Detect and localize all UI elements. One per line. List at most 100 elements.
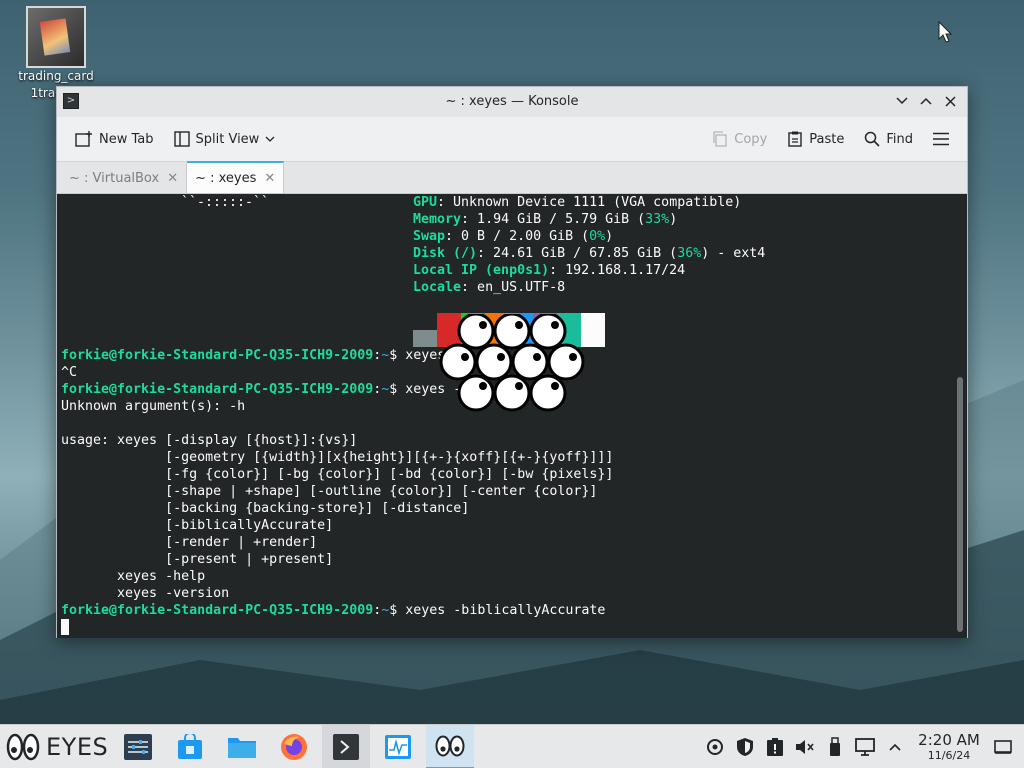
kde-connect-icon (707, 738, 723, 755)
info-line-locale: Locale: en_US.UTF-8 (413, 280, 566, 295)
show-desktop-button[interactable] (992, 736, 1014, 758)
usage-line: xeyes -version (61, 586, 230, 601)
usage-line: [-biblicallyAccurate] (61, 518, 334, 533)
hamburger-menu-button[interactable] (925, 127, 957, 151)
copy-button[interactable]: Copy (704, 126, 775, 152)
volume-muted-icon (796, 739, 814, 754)
firefox-icon (281, 733, 307, 760)
system-monitor-icon (385, 734, 411, 759)
info-line-disk: Disk (/): 24.61 GiB / 67.85 GiB (36%) - … (413, 246, 766, 261)
task-system-settings[interactable] (114, 725, 162, 768)
tab-virtualbox[interactable]: ~ : VirtualBox ✕ (61, 163, 188, 193)
minimize-button[interactable] (893, 92, 911, 110)
split-view-icon (173, 131, 190, 147)
color-block (413, 330, 437, 347)
prompt-line-3: forkie@forkie-Standard-PC-Q35-ICH9-2009:… (61, 603, 606, 618)
image-thumbnail-icon (26, 6, 86, 68)
prompt-line-1: forkie@forkie-Standard-PC-Q35-ICH9-2009:… (61, 348, 446, 363)
tray-expander[interactable] (884, 736, 906, 758)
launcher-label: EYES (46, 732, 109, 761)
close-tab-icon[interactable]: ✕ (167, 171, 178, 186)
task-system-monitor[interactable] (374, 725, 422, 768)
eyes-icon (6, 733, 40, 760)
info-line-ip: Local IP (enp0s1): 192.168.1.17/24 (413, 263, 686, 278)
task-firefox[interactable] (270, 725, 318, 768)
toolbar: New Tab Split View Copy Paste Find (57, 117, 967, 161)
usage-line: [-geometry [{width}][x{height}][{+-}{xof… (61, 450, 614, 465)
taskbar: EYES 2:20 AM 11/6/24 (0, 724, 1024, 768)
clipboard-alert-icon (767, 737, 783, 756)
chevron-up-icon (920, 97, 932, 105)
network-wired-icon (855, 737, 875, 756)
error-line: Unknown argument(s): -h (61, 399, 246, 414)
terminal-view[interactable]: ``-:::::-`` GPU: Unknown Device 1111 (VG… (57, 194, 967, 638)
tab-bar: ~ : VirtualBox ✕ ~ : xeyes ✕ (57, 161, 967, 194)
tab-label: ~ : VirtualBox (69, 170, 160, 186)
close-tab-icon[interactable]: ✕ (264, 171, 275, 186)
show-desktop-icon (994, 739, 1012, 754)
terminal-icon (333, 733, 359, 760)
title-bar[interactable]: > ~ : xeyes — Konsole (57, 87, 967, 117)
search-icon (865, 131, 880, 147)
task-konsole[interactable] (322, 724, 370, 768)
digital-clock[interactable]: 2:20 AM 11/6/24 (914, 730, 984, 762)
notifications-tray[interactable] (764, 736, 786, 758)
new-tab-label: New Tab (99, 131, 154, 147)
clock-time: 2:20 AM (918, 730, 980, 749)
chevron-down-icon (896, 97, 908, 105)
close-button[interactable] (941, 92, 959, 110)
chevron-down-icon (265, 136, 275, 142)
split-view-button[interactable]: Split View (166, 126, 284, 152)
maximize-button[interactable] (917, 92, 935, 110)
paste-label: Paste (809, 131, 845, 147)
usage-line: [-fg {color}] [-bg {color}] [-bd {color}… (61, 467, 614, 482)
application-launcher[interactable]: EYES (0, 725, 110, 768)
store-icon (178, 733, 202, 759)
text-cursor (61, 619, 69, 635)
new-tab-icon (75, 131, 92, 147)
prompt-line-2: forkie@forkie-Standard-PC-Q35-ICH9-2009:… (61, 382, 470, 397)
info-line-swap: Swap: 0 B / 2.00 GiB (0%) (413, 229, 614, 244)
xeyes-icon (435, 735, 465, 756)
volume-tray[interactable] (794, 736, 816, 758)
hamburger-menu-icon (933, 132, 949, 146)
info-line-gpu: GPU: Unknown Device 1111 (VGA compatible… (413, 195, 742, 210)
usage-line: [-backing {backing-store}] [-distance] (61, 501, 470, 516)
usage-line: [-shape | +shape] [-outline {color}] [-c… (61, 484, 598, 499)
window-title: ~ : xeyes — Konsole (445, 94, 579, 109)
usage-line: [-present | +present] (61, 552, 334, 567)
new-tab-button[interactable]: New Tab (67, 126, 162, 152)
close-icon (944, 95, 956, 107)
task-xeyes[interactable] (426, 724, 474, 768)
mouse-cursor-icon (938, 21, 952, 43)
usage-line: xeyes -help (61, 569, 206, 584)
ctrl-c-line: ^C (61, 365, 78, 380)
copy-label: Copy (734, 131, 768, 147)
vpn-tray[interactable] (734, 736, 756, 758)
network-tray[interactable] (854, 736, 876, 758)
system-tray: 2:20 AM 11/6/24 (704, 725, 1024, 768)
settings-icon (124, 733, 152, 760)
desktop-icon-label: trading_card (18, 69, 94, 83)
task-discover[interactable] (166, 725, 214, 768)
kde-connect-tray[interactable] (704, 736, 726, 758)
paste-icon (788, 131, 802, 147)
tab-label: ~ : xeyes (195, 170, 257, 186)
split-view-label: Split View (195, 131, 260, 147)
task-dolphin[interactable] (218, 725, 266, 768)
shield-icon (737, 737, 753, 756)
folder-icon (228, 737, 256, 758)
chevron-up-icon (889, 743, 901, 751)
scrollbar[interactable] (957, 377, 963, 632)
usage-line: usage: xeyes [-display [{host}]:{vs}] (61, 433, 358, 448)
clock-date: 11/6/24 (927, 748, 971, 762)
xeyes-window[interactable] (436, 314, 591, 414)
usb-drive-icon (830, 736, 840, 756)
usage-line: [-render | +render] (61, 535, 318, 550)
info-line-memory: Memory: 1.94 GiB / 5.79 GiB (33%) (413, 212, 678, 227)
neofetch-ascii: ``-:::::-`` (181, 195, 270, 210)
find-button[interactable]: Find (856, 126, 921, 152)
paste-button[interactable]: Paste (779, 126, 852, 152)
usb-tray[interactable] (824, 736, 846, 758)
tab-xeyes[interactable]: ~ : xeyes ✕ (187, 161, 285, 193)
